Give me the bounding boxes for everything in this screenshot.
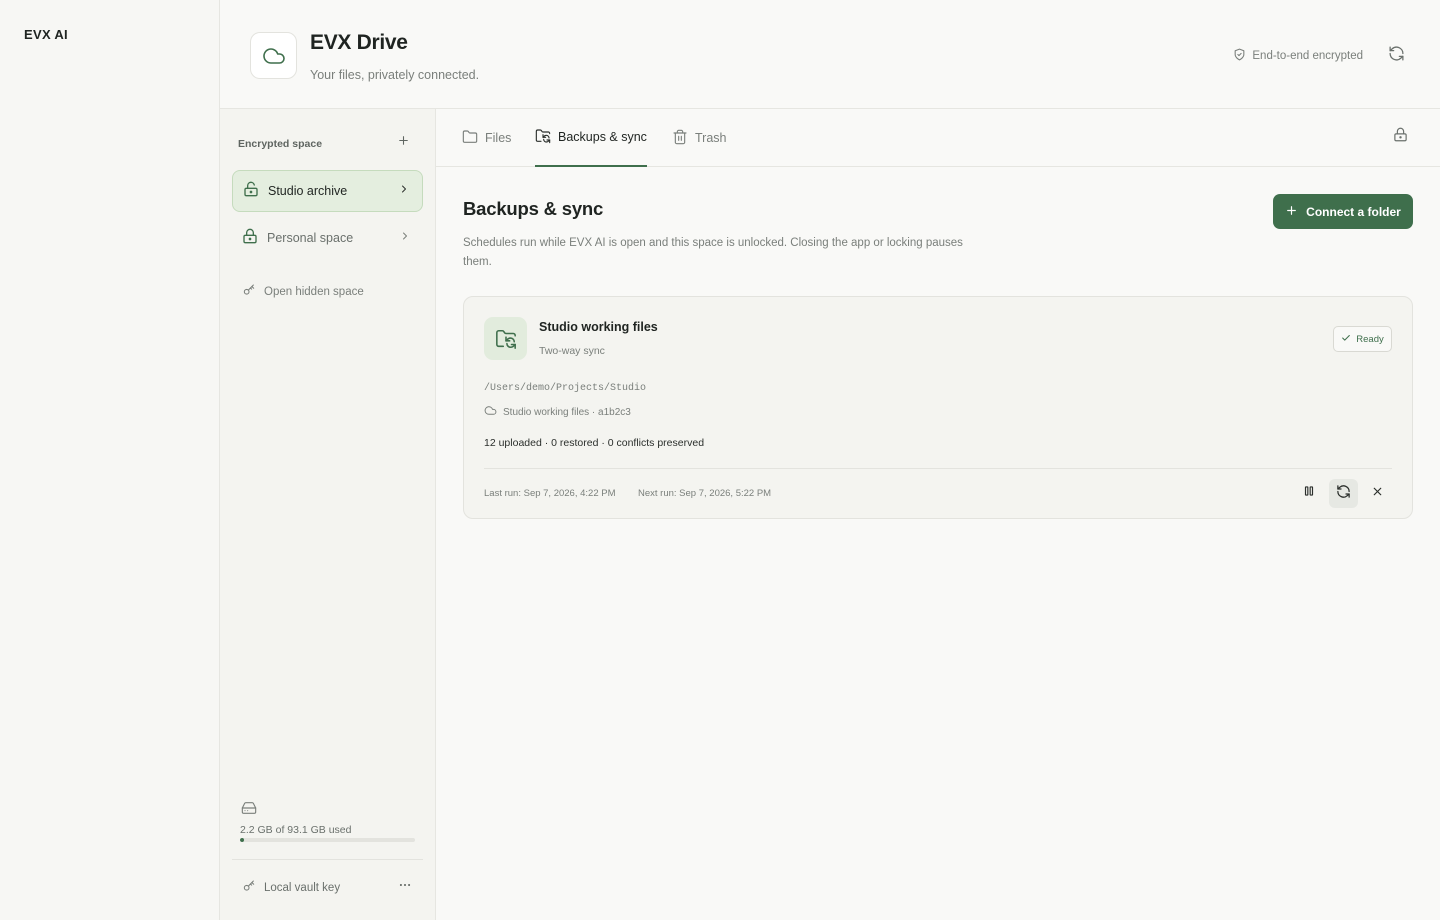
lock-icon — [1393, 127, 1408, 147]
refresh-icon — [1336, 484, 1351, 504]
section-title: Backups & sync — [463, 198, 604, 219]
sidebar-item-personal-space[interactable]: Personal space — [232, 217, 423, 259]
connect-folder-button[interactable]: Connect a folder — [1273, 194, 1413, 229]
local-vault-key-button[interactable]: Local vault key — [242, 879, 340, 896]
sidebar-item-studio-archive[interactable]: Studio archive — [232, 170, 423, 212]
status-badge: Ready — [1333, 326, 1392, 352]
sync-job-name: Studio working files — [539, 320, 658, 334]
tab-backups-sync[interactable]: Backups & sync — [535, 109, 647, 167]
pause-icon — [1302, 484, 1316, 503]
remote-target: Studio working files · a1b2c3 — [484, 404, 631, 420]
check-icon — [1341, 333, 1351, 346]
shield-check-icon — [1233, 48, 1246, 64]
refresh-button[interactable] — [1386, 46, 1406, 66]
local-vault-key-label: Local vault key — [264, 881, 341, 894]
hard-drive-icon — [240, 800, 258, 821]
sync-now-button[interactable] — [1329, 479, 1358, 508]
app-brand: EVX AI — [24, 27, 68, 42]
open-hidden-space-label: Open hidden space — [264, 285, 364, 298]
vault-more-button[interactable] — [396, 879, 414, 895]
sidebar-divider — [232, 859, 423, 860]
sync-stats: 12 uploaded · 0 restored · 0 conflicts p… — [484, 437, 705, 449]
lock-icon — [242, 228, 258, 249]
local-path: /Users/demo/Projects/Studio — [484, 383, 647, 394]
trash-icon — [672, 129, 688, 148]
refresh-icon — [1388, 45, 1405, 67]
app-rail: EVX AI — [0, 0, 220, 920]
next-run: Next run: Sep 7, 2026, 5:22 PM — [638, 488, 772, 499]
more-horizontal-icon — [398, 878, 412, 897]
last-run: Last run: Sep 7, 2026, 4:22 PM — [484, 488, 616, 499]
remote-target-label: Studio working files · a1b2c3 — [503, 406, 631, 418]
cloud-icon — [484, 404, 497, 420]
card-divider — [484, 468, 1392, 469]
sync-job-card: Studio working files Two-way sync Ready … — [463, 296, 1413, 519]
chevron-right-icon — [398, 182, 410, 200]
page-title: EVX Drive — [310, 31, 408, 54]
close-icon — [1371, 485, 1384, 503]
unlock-icon — [243, 181, 259, 202]
tab-bar: Files Backups & sync Trash — [436, 109, 1440, 167]
tab-files[interactable]: Files — [462, 109, 511, 167]
pause-sync-button[interactable] — [1294, 479, 1323, 508]
plus-icon — [397, 134, 410, 152]
lock-space-button[interactable] — [1391, 127, 1409, 147]
plus-icon — [1285, 204, 1298, 220]
chevron-right-icon — [399, 229, 411, 247]
folder-sync-icon — [535, 128, 551, 147]
tab-label: Backups & sync — [558, 130, 647, 144]
key-icon — [242, 283, 256, 300]
folder-icon — [462, 129, 478, 148]
status-label: Ready — [1356, 333, 1384, 345]
page-subtitle: Your files, privately connected. — [310, 68, 480, 82]
space-sidebar: Encrypted space Studio archive Personal … — [220, 109, 436, 920]
sidebar-section-label: Encrypted space — [238, 138, 323, 150]
tab-trash[interactable]: Trash — [672, 109, 727, 167]
folder-sync-icon — [484, 317, 527, 360]
sidebar-item-label: Studio archive — [268, 184, 348, 198]
key-icon — [242, 879, 256, 896]
tab-label: Trash — [695, 131, 727, 145]
tab-label: Files — [485, 131, 512, 145]
encryption-label: End-to-end encrypted — [1252, 50, 1363, 62]
storage-usage-fill — [240, 838, 245, 842]
sync-job-mode: Two-way sync — [539, 345, 605, 357]
cloud-icon — [250, 32, 297, 79]
open-hidden-space-link[interactable]: Open hidden space — [242, 283, 364, 300]
storage-usage-text: 2.2 GB of 93.1 GB used — [240, 824, 352, 836]
sidebar-item-label: Personal space — [267, 231, 354, 245]
connect-folder-label: Connect a folder — [1306, 204, 1401, 219]
remove-sync-button[interactable] — [1363, 479, 1392, 508]
section-description: Schedules run while EVX AI is open and t… — [463, 237, 963, 268]
storage-usage-bar — [240, 838, 415, 842]
encryption-status: End-to-end encrypted — [1233, 48, 1363, 64]
add-space-button[interactable] — [395, 135, 411, 151]
header: EVX Drive Your files, privately connecte… — [220, 0, 1440, 109]
